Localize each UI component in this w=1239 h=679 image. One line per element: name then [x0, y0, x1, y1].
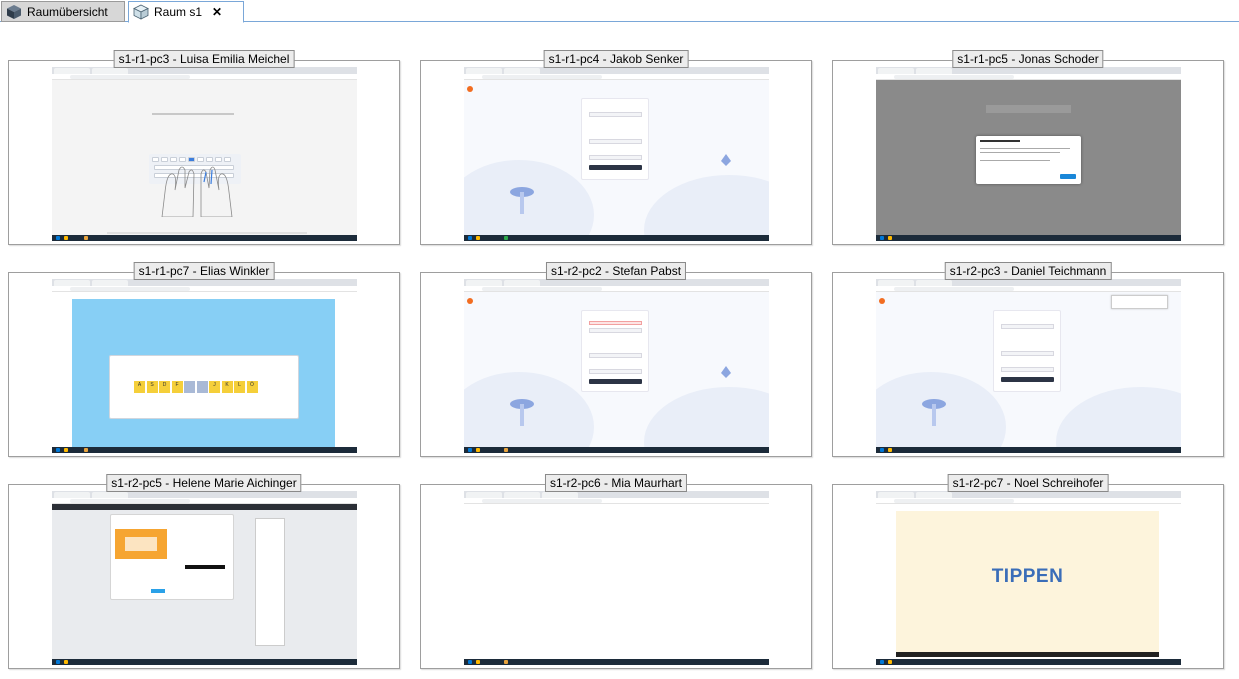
- video-page: TIPPEN: [876, 504, 1181, 659]
- keyboard-lesson-page: ASDF JKLÖ: [52, 292, 357, 447]
- edclub-logo: [467, 298, 473, 304]
- remote-screen-frame: [8, 484, 400, 669]
- keyboard-key: A: [134, 381, 145, 393]
- tab-bar: Raumübersicht Raum s1 ✕: [0, 0, 1239, 23]
- keyboard-key: D: [159, 381, 170, 393]
- remote-screen: [464, 279, 769, 453]
- keyboard-key: F: [171, 381, 183, 393]
- keyboard-key: [196, 381, 208, 393]
- typingclub-page: [52, 504, 357, 659]
- computer-tile[interactable]: ASDF JKLÖ s1-r1-pc7 - Elias Winkler: [8, 262, 400, 457]
- keyboard-key: J: [209, 381, 220, 393]
- close-icon[interactable]: ✕: [212, 5, 222, 19]
- computer-tile[interactable]: s1-r1-pc4 - Jakob Senker: [420, 50, 812, 245]
- edclub-login-page: [464, 80, 769, 235]
- edclub-login-page: [464, 292, 769, 447]
- blank-page: [464, 504, 769, 659]
- remote-screen: [52, 491, 357, 665]
- video-controls[interactable]: [896, 652, 1159, 657]
- tab-label: Raum s1: [154, 5, 203, 19]
- tippen-title: TIPPEN: [991, 566, 1064, 587]
- remote-screen-frame: [832, 272, 1224, 457]
- computer-tile[interactable]: s1-r1-pc3 - Luisa Emilia Meichel: [8, 50, 400, 245]
- remote-screen: [464, 491, 769, 665]
- remote-screen-frame: [8, 60, 400, 245]
- keyboard-key: L: [234, 381, 245, 393]
- computer-tile[interactable]: s1-r2-pc3 - Daniel Teichmann: [832, 262, 1224, 457]
- login-card: [993, 310, 1061, 392]
- browser-menu: [1111, 295, 1168, 309]
- remote-screen-frame: [420, 272, 812, 457]
- cube-icon: [6, 4, 22, 20]
- settings-dialog: [976, 136, 1081, 184]
- computer-caption: s1-r1-pc7 - Elias Winkler: [133, 262, 275, 280]
- remote-screen: [876, 67, 1181, 241]
- computer-caption: s1-r2-pc5 - Helene Marie Aichinger: [106, 474, 302, 492]
- computer-tile[interactable]: s1-r2-pc2 - Stefan Pabst: [420, 262, 812, 457]
- language-menu: [255, 518, 285, 646]
- remote-screen: ASDF JKLÖ: [52, 279, 357, 453]
- cube-outline-icon: [133, 4, 149, 20]
- typing-lesson-page: [52, 80, 357, 235]
- login-card: [581, 98, 649, 180]
- remote-screen-frame: TIPPEN: [832, 484, 1224, 669]
- computer-caption: s1-r1-pc5 - Jonas Schoder: [952, 50, 1104, 68]
- computer-tile[interactable]: TIPPEN s1-r2-pc7 - Noel Schreihofer: [832, 474, 1224, 669]
- remote-screen: [464, 67, 769, 241]
- remote-screen-frame: [832, 60, 1224, 245]
- remote-screen-frame: [420, 60, 812, 245]
- keyboard-key: K: [221, 381, 233, 393]
- login-card: [581, 310, 649, 392]
- settings-page: [876, 80, 1181, 235]
- edclub-logo: [467, 86, 473, 92]
- computer-caption: s1-r1-pc3 - Luisa Emilia Meichel: [113, 50, 295, 68]
- computer-caption: s1-r2-pc6 - Mia Maurhart: [544, 474, 688, 492]
- keyboard-key: S: [146, 381, 158, 393]
- computer-caption: s1-r2-pc7 - Noel Schreihofer: [947, 474, 1109, 492]
- computer-caption: s1-r2-pc2 - Stefan Pabst: [545, 262, 687, 280]
- edclub-logo: [879, 298, 885, 304]
- tab-label: Raumübersicht: [27, 4, 108, 19]
- remote-screen: [876, 279, 1181, 453]
- computer-tile[interactable]: s1-r2-pc6 - Mia Maurhart: [420, 474, 812, 669]
- computer-tile[interactable]: s1-r1-pc5 - Jonas Schoder: [832, 50, 1224, 245]
- remote-screen-frame: [420, 484, 812, 669]
- tab-room-overview[interactable]: Raumübersicht: [1, 1, 125, 22]
- lesson-plans-card: [110, 514, 234, 600]
- video-frame: TIPPEN: [896, 511, 1159, 652]
- computer-tile[interactable]: s1-r2-pc5 - Helene Marie Aichinger: [8, 474, 400, 669]
- computer-caption: s1-r1-pc4 - Jakob Senker: [543, 50, 689, 68]
- computer-caption: s1-r2-pc3 - Daniel Teichmann: [944, 262, 1112, 280]
- tab-room-s1[interactable]: Raum s1 ✕: [128, 1, 244, 23]
- edclub-login-page: [876, 292, 1181, 447]
- remote-screen: [52, 67, 357, 241]
- remote-screen: TIPPEN: [876, 491, 1181, 665]
- remote-screen-frame: ASDF JKLÖ: [8, 272, 400, 457]
- keyboard-key: Ö: [246, 381, 258, 393]
- keyboard-key: [184, 381, 195, 393]
